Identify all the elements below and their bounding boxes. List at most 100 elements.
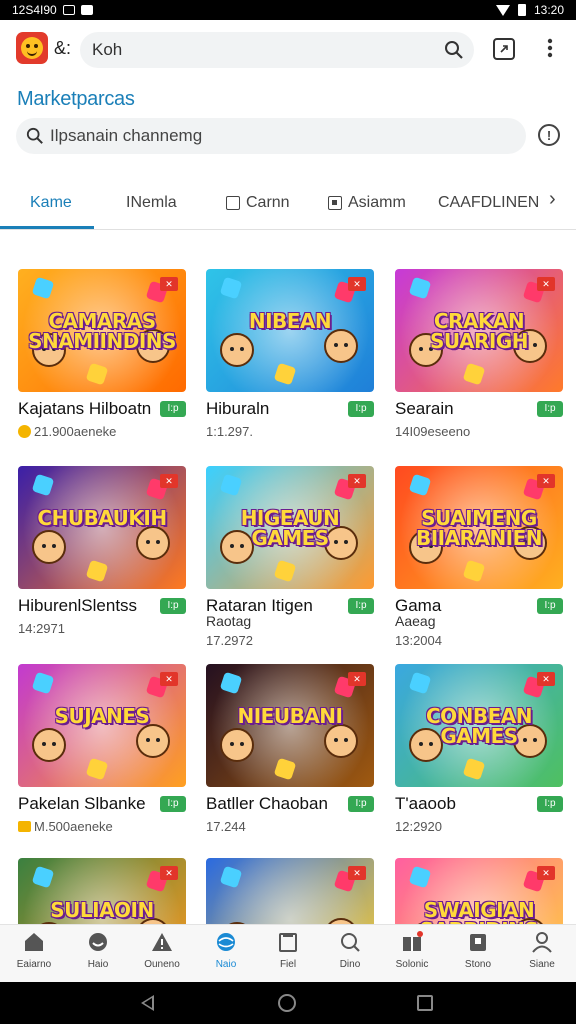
gift-icon [401, 931, 423, 953]
game-thumbnail[interactable]: ✕ CRAKAN SUARIGH [395, 269, 563, 392]
nav-label: Eaiarno [16, 959, 52, 970]
nav-item-naio[interactable]: Naio [194, 931, 258, 970]
badge-icon: ✕ [160, 277, 178, 291]
install-tag[interactable]: I:p [160, 598, 186, 614]
install-tag[interactable]: I:p [537, 796, 563, 812]
badge-icon: ✕ [537, 672, 555, 686]
badge-icon: ✕ [348, 672, 366, 686]
thumbnail-title: CRAKAN SUARIGH [429, 309, 529, 353]
open-external-button[interactable] [493, 38, 515, 60]
badge-icon: ✕ [537, 277, 555, 291]
game-meta: 13:2004 [395, 633, 563, 648]
game-thumbnail[interactable]: ✕ CONBEAN GAMES [395, 664, 563, 787]
game-title: Batller Chaoban [206, 794, 328, 813]
app-logo[interactable] [16, 32, 48, 64]
install-tag[interactable]: I:p [348, 598, 374, 614]
nav-item-stono[interactable]: Stono [446, 931, 510, 970]
game-card[interactable]: ✕ CHUBAUKIH HiburenlSlentss I:p 14:2971 [18, 466, 186, 636]
nav-label: Ouneno [144, 959, 180, 970]
game-title: Kajatans Hilboatn [18, 399, 152, 418]
game-card[interactable]: ✕ SWAIGIAN SARBIDINS [395, 858, 563, 926]
info-icon: ! [546, 127, 552, 143]
nav-label: Dino [339, 959, 361, 970]
nav-item-siane[interactable]: Siane [510, 931, 574, 970]
nav-item-ouneno[interactable]: Ouneno [130, 931, 194, 970]
install-tag[interactable]: I:p [537, 401, 563, 417]
nav-item-dino[interactable]: Dino [318, 931, 382, 970]
chevron-right-icon[interactable]: › [549, 188, 556, 211]
top-search-input[interactable] [92, 32, 432, 68]
external-link-icon [500, 45, 508, 53]
tab-kame[interactable]: Kame [30, 188, 72, 218]
badge-icon: ✕ [348, 277, 366, 291]
game-card[interactable]: ✕ HIGEAUN GAMES Rataran Itigen Raotag I:p 17.… [206, 466, 374, 648]
smile-icon [87, 931, 109, 953]
marketplace-search-bar[interactable] [16, 118, 526, 154]
status-bar: 12S4I90 13:20 [0, 0, 576, 20]
install-tag[interactable]: I:p [160, 401, 186, 417]
info-button[interactable]: ! [538, 124, 560, 146]
tab-carnn[interactable]: Carnn [226, 188, 290, 218]
game-card[interactable]: ✕ NIEUBANI Batller Chaoban I:p 17.244 [206, 664, 374, 834]
thumbnail-title: CAMARAS SNAMIINDINS [28, 309, 176, 353]
system-navigation-bar [0, 982, 576, 1024]
bottom-navigation: Eaiarno Haio Ouneno Naio Fiel Dino Solonic Ston… [0, 924, 576, 982]
game-card[interactable]: ✕ SULIAOIN [18, 858, 186, 926]
character-left [32, 728, 66, 762]
game-thumbnail[interactable]: ✕ CAMARAS SNAMIINDINS [18, 269, 186, 392]
thumbnail-title: CONBEAN GAMES [425, 704, 533, 748]
game-subtitle: Aaeag [395, 613, 436, 629]
game-thumbnail[interactable]: ✕ [206, 858, 374, 926]
game-thumbnail[interactable]: ✕ SUJANES [18, 664, 186, 787]
thumbnail-title: SWAIGIAN SARBIDINS [420, 898, 539, 926]
top-search-bar[interactable] [80, 32, 474, 68]
game-thumbnail[interactable]: ✕ NIBEAN [206, 269, 374, 392]
game-thumbnail[interactable]: ✕ SULIAOIN [18, 858, 186, 926]
install-tag[interactable]: I:p [160, 796, 186, 812]
back-icon[interactable] [141, 995, 154, 1011]
tab-label: Carnn [246, 194, 290, 211]
badge-icon: ✕ [537, 474, 555, 488]
nav-item-fiel[interactable]: Fiel [256, 931, 320, 970]
character-left [220, 728, 254, 762]
home-circle-icon[interactable] [278, 994, 296, 1012]
game-card[interactable]: ✕ CAMARAS SNAMIINDINS Kajatans Hilboatn I:p… [18, 269, 186, 439]
character-left [32, 530, 66, 564]
game-thumbnail[interactable]: ✕ SUAIMENG BIIARANIEN [395, 466, 563, 589]
marketplace-search-input[interactable] [50, 118, 510, 154]
install-tag[interactable]: I:p [348, 401, 374, 417]
game-thumbnail[interactable]: ✕ SWAIGIAN SARBIDINS [395, 858, 563, 926]
tab-label: CAAFDLINEN [438, 194, 540, 211]
game-card[interactable]: ✕ CRAKAN SUARIGH Searain I:p 14I09eseeno [395, 269, 563, 439]
nav-item-solonic[interactable]: Solonic [380, 931, 444, 970]
search-icon[interactable] [444, 40, 464, 60]
game-thumbnail[interactable]: ✕ CHUBAUKIH [18, 466, 186, 589]
tab-inemla[interactable]: INemla [126, 188, 177, 218]
game-thumbnail[interactable]: ✕ NIEUBANI [206, 664, 374, 787]
thumbnail-title: SUJANES [54, 704, 150, 728]
active-tab-indicator [0, 226, 94, 229]
nav-item-haio[interactable]: Haio [66, 931, 130, 970]
game-card[interactable]: ✕ NIBEAN Hiburaln I:p 1:1.297. [206, 269, 374, 439]
search-icon [26, 127, 43, 144]
install-tag[interactable]: I:p [537, 598, 563, 614]
game-subtitle: Raotag [206, 613, 252, 629]
install-tag[interactable]: I:p [348, 796, 374, 812]
tab-asiamm[interactable]: Asiamm [328, 188, 406, 218]
square-icon [226, 196, 240, 210]
game-card[interactable]: ✕ CONBEAN GAMES T'aaoob I:p 12:2920 [395, 664, 563, 834]
top-label: &: [54, 38, 72, 58]
category-tabs: Kame INemla Carnn Asiamm CAAFDLINEN [0, 178, 576, 230]
game-thumbnail[interactable]: ✕ HIGEAUN GAMES [206, 466, 374, 589]
thumbnail-title: CHUBAUKIH [37, 506, 167, 530]
nav-item-eaiarno[interactable]: Eaiarno [2, 931, 66, 970]
more-options-button[interactable] [538, 36, 562, 60]
badge-icon: ✕ [348, 866, 366, 880]
game-card[interactable]: ✕ SUAIMENG BIIARANIEN Gama Aaeag I:p 13:2004 [395, 466, 563, 648]
game-meta: 12:2920 [395, 819, 563, 834]
recent-apps-icon[interactable] [417, 995, 433, 1011]
game-card[interactable]: ✕ [206, 858, 374, 926]
game-title: Searain [395, 399, 454, 418]
game-card[interactable]: ✕ SUJANES Pakelan Slbanke I:p M.500aeneke [18, 664, 186, 834]
tab-caafdlinen[interactable]: CAAFDLINEN [438, 188, 539, 218]
